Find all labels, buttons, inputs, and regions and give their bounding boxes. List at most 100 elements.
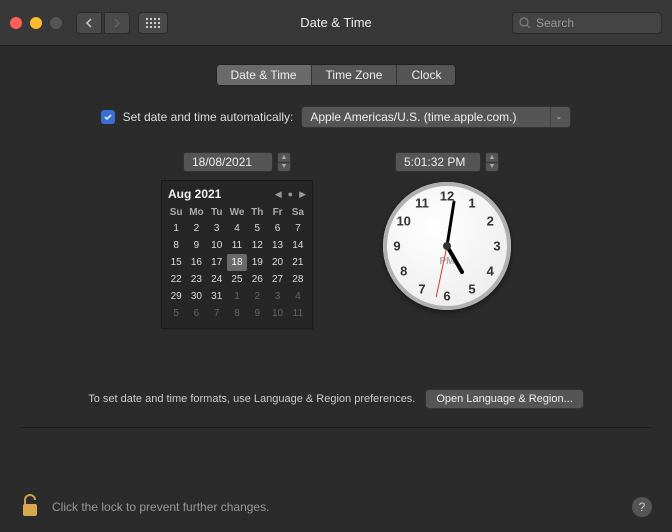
clock-number: 10 <box>396 214 410 229</box>
tab-bar: Date & Time Time Zone Clock <box>0 64 672 86</box>
divider <box>20 427 652 428</box>
search-icon <box>519 17 531 29</box>
calendar-day[interactable]: 15 <box>166 254 186 271</box>
calendar-day[interactable]: 22 <box>166 271 186 288</box>
date-input[interactable]: 18/08/2021 <box>183 152 273 172</box>
calendar-day[interactable]: 9 <box>186 237 206 254</box>
calendar-day[interactable]: 6 <box>267 220 287 237</box>
calendar-day[interactable]: 14 <box>288 237 308 254</box>
minute-hand <box>446 200 456 246</box>
calendar-day[interactable]: 7 <box>288 220 308 237</box>
main-content: 18/08/2021 ▲▼ Aug 2021 ◀ ● ▶ SuMoTuWeThF… <box>0 152 672 329</box>
calendar-day[interactable]: 19 <box>247 254 267 271</box>
clock-number: 12 <box>440 189 454 204</box>
lock-text: Click the lock to prevent further change… <box>52 500 269 514</box>
calendar-dow: Th <box>247 205 267 220</box>
calendar-day[interactable]: 5 <box>166 305 186 322</box>
calendar-day[interactable]: 16 <box>186 254 206 271</box>
calendar-day[interactable]: 10 <box>207 237 227 254</box>
calendar-day[interactable]: 3 <box>267 288 287 305</box>
clock-number: 7 <box>418 282 425 297</box>
calendar-prev-button[interactable]: ◀ <box>275 189 282 200</box>
auto-set-label: Set date and time automatically: <box>123 110 294 124</box>
clock-number: 2 <box>487 214 494 229</box>
chevron-down-icon: ⌄ <box>550 107 566 127</box>
calendar-day[interactable]: 11 <box>227 237 247 254</box>
format-hint-text: To set date and time formats, use Langua… <box>88 393 415 405</box>
tab-time-zone[interactable]: Time Zone <box>312 65 398 85</box>
calendar-day[interactable]: 11 <box>288 305 308 322</box>
calendar-day[interactable]: 1 <box>166 220 186 237</box>
back-button[interactable] <box>76 12 102 34</box>
time-server-value: Apple Americas/U.S. (time.apple.com.) <box>310 110 516 124</box>
calendar-day[interactable]: 4 <box>227 220 247 237</box>
calendar: Aug 2021 ◀ ● ▶ SuMoTuWeThFrSa12345678910… <box>161 180 313 329</box>
calendar-day[interactable]: 30 <box>186 288 206 305</box>
tab-clock[interactable]: Clock <box>397 65 455 85</box>
search-placeholder: Search <box>536 16 574 30</box>
calendar-day[interactable]: 12 <box>247 237 267 254</box>
calendar-day[interactable]: 20 <box>267 254 287 271</box>
chevron-left-icon <box>85 18 93 28</box>
nav-buttons <box>76 12 130 34</box>
time-server-dropdown[interactable]: Apple Americas/U.S. (time.apple.com.) ⌄ <box>301 106 571 128</box>
calendar-day[interactable]: 26 <box>247 271 267 288</box>
calendar-nav: ◀ ● ▶ <box>275 189 306 200</box>
clock-number: 4 <box>487 264 494 279</box>
calendar-day[interactable]: 8 <box>227 305 247 322</box>
calendar-day[interactable]: 17 <box>207 254 227 271</box>
auto-set-row: Set date and time automatically: Apple A… <box>0 106 672 128</box>
calendar-day[interactable]: 1 <box>227 288 247 305</box>
calendar-day[interactable]: 3 <box>207 220 227 237</box>
calendar-day[interactable]: 8 <box>166 237 186 254</box>
analog-clock: PM 121234567891011 <box>383 182 511 310</box>
calendar-day[interactable]: 21 <box>288 254 308 271</box>
calendar-day[interactable]: 4 <box>288 288 308 305</box>
search-input[interactable]: Search <box>512 12 662 34</box>
clock-number: 6 <box>443 289 450 304</box>
show-all-button[interactable] <box>138 12 168 34</box>
auto-set-checkbox[interactable] <box>101 110 115 124</box>
calendar-day[interactable]: 31 <box>207 288 227 305</box>
format-hint-row: To set date and time formats, use Langua… <box>0 389 672 409</box>
calendar-day[interactable]: 18 <box>227 254 247 271</box>
calendar-day[interactable]: 2 <box>247 288 267 305</box>
help-button[interactable]: ? <box>632 497 652 517</box>
calendar-day[interactable]: 10 <box>267 305 287 322</box>
time-input[interactable]: 5:01:32 PM <box>395 152 481 172</box>
clock-number: 8 <box>400 264 407 279</box>
calendar-day[interactable]: 6 <box>186 305 206 322</box>
chevron-right-icon <box>113 18 121 28</box>
calendar-day[interactable]: 24 <box>207 271 227 288</box>
time-column: 5:01:32 PM ▲▼ PM 121234567891011 <box>383 152 511 329</box>
calendar-day[interactable]: 29 <box>166 288 186 305</box>
open-language-region-button[interactable]: Open Language & Region... <box>425 389 583 409</box>
calendar-day[interactable]: 27 <box>267 271 287 288</box>
calendar-dow: Mo <box>186 205 206 220</box>
date-stepper[interactable]: ▲▼ <box>277 152 291 172</box>
calendar-day[interactable]: 28 <box>288 271 308 288</box>
calendar-day[interactable]: 23 <box>186 271 206 288</box>
calendar-day[interactable]: 7 <box>207 305 227 322</box>
check-icon <box>103 112 113 122</box>
calendar-day[interactable]: 13 <box>267 237 287 254</box>
calendar-day[interactable]: 2 <box>186 220 206 237</box>
tab-date-time[interactable]: Date & Time <box>217 65 312 85</box>
calendar-day[interactable]: 9 <box>247 305 267 322</box>
clock-center <box>443 242 451 250</box>
calendar-dow: We <box>227 205 247 220</box>
calendar-dow: Sa <box>288 205 308 220</box>
calendar-day[interactable]: 5 <box>247 220 267 237</box>
date-column: 18/08/2021 ▲▼ Aug 2021 ◀ ● ▶ SuMoTuWeThF… <box>161 152 313 329</box>
lock-open-icon <box>20 494 40 518</box>
minimize-window-button[interactable] <box>30 17 42 29</box>
calendar-day[interactable]: 25 <box>227 271 247 288</box>
close-window-button[interactable] <box>10 17 22 29</box>
calendar-today-button[interactable]: ● <box>288 189 293 200</box>
calendar-dow: Su <box>166 205 186 220</box>
calendar-next-button[interactable]: ▶ <box>299 189 306 200</box>
lock-button[interactable] <box>20 494 40 521</box>
clock-number: 5 <box>468 282 475 297</box>
time-stepper[interactable]: ▲▼ <box>485 152 499 172</box>
clock-number: 11 <box>415 195 429 210</box>
